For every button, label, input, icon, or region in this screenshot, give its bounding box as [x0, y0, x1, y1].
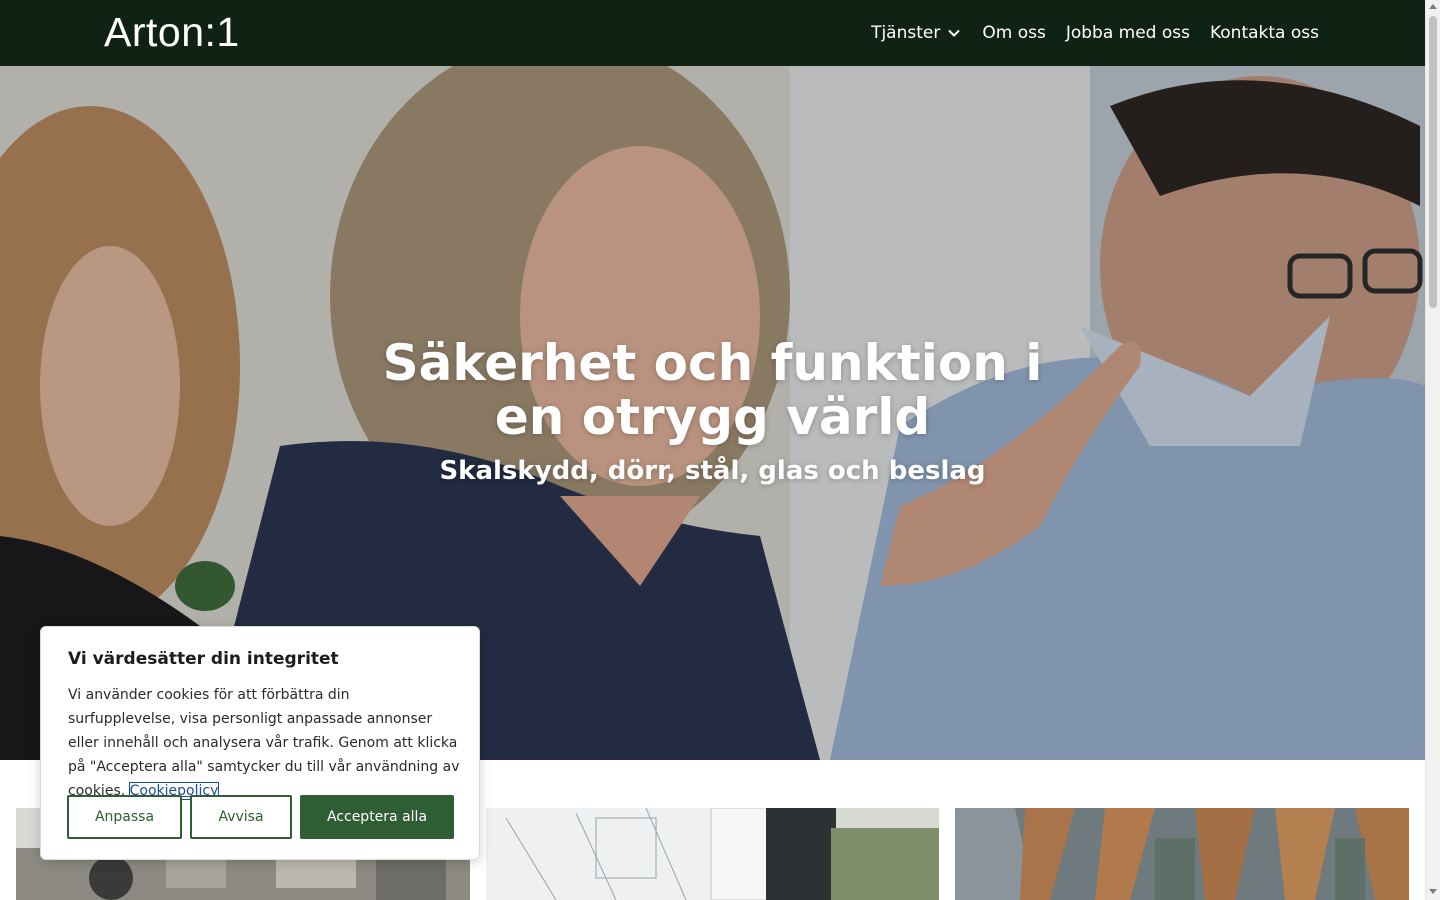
nav-item-label: Tjänster	[871, 23, 941, 43]
logo[interactable]: Arton:1	[104, 12, 240, 53]
service-card-facade[interactable]	[955, 808, 1409, 900]
scroll-thumb[interactable]	[1429, 16, 1437, 308]
facade-image	[955, 808, 1409, 900]
nav-item-tjanster[interactable]: Tjänster	[871, 23, 962, 43]
nav-item-kontakta-oss[interactable]: Kontakta oss	[1210, 23, 1319, 43]
main-nav: Tjänster Om oss Jobba med oss Kontakta o…	[871, 0, 1319, 66]
scroll-up-arrow-icon[interactable]	[1429, 4, 1437, 9]
cookie-title: Vi värdesätter din integritet	[68, 649, 339, 669]
drawings-image	[486, 808, 939, 900]
scroll-down-arrow-icon[interactable]	[1429, 889, 1437, 894]
service-card-drawings[interactable]	[486, 808, 939, 900]
nav-item-om-oss[interactable]: Om oss	[982, 23, 1045, 43]
cookie-text: Vi använder cookies för att förbättra di…	[68, 683, 460, 803]
hero-title-line2: en otrygg värld	[494, 388, 931, 446]
customize-button[interactable]: Anpassa	[67, 795, 182, 839]
hero-title-line1: Säkerhet och funktion i	[382, 334, 1043, 392]
reject-button[interactable]: Avvisa	[190, 795, 292, 839]
chevron-down-icon	[948, 30, 960, 37]
page-scrollbar[interactable]	[1425, 0, 1440, 900]
cookie-consent-dialog: Vi värdesätter din integritet Vi använde…	[40, 626, 480, 860]
cookie-description: Vi använder cookies för att förbättra di…	[68, 687, 460, 799]
accept-all-button[interactable]: Acceptera alla	[300, 795, 454, 839]
site-header: Arton:1 Tjänster Om oss Jobba med oss Ko…	[0, 0, 1425, 66]
hero-subtitle: Skalskydd, dörr, stål, glas och beslag	[439, 456, 986, 486]
hero-title: Säkerhet och funktion i en otrygg värld	[0, 336, 1425, 444]
nav-item-jobba-med-oss[interactable]: Jobba med oss	[1066, 23, 1190, 43]
